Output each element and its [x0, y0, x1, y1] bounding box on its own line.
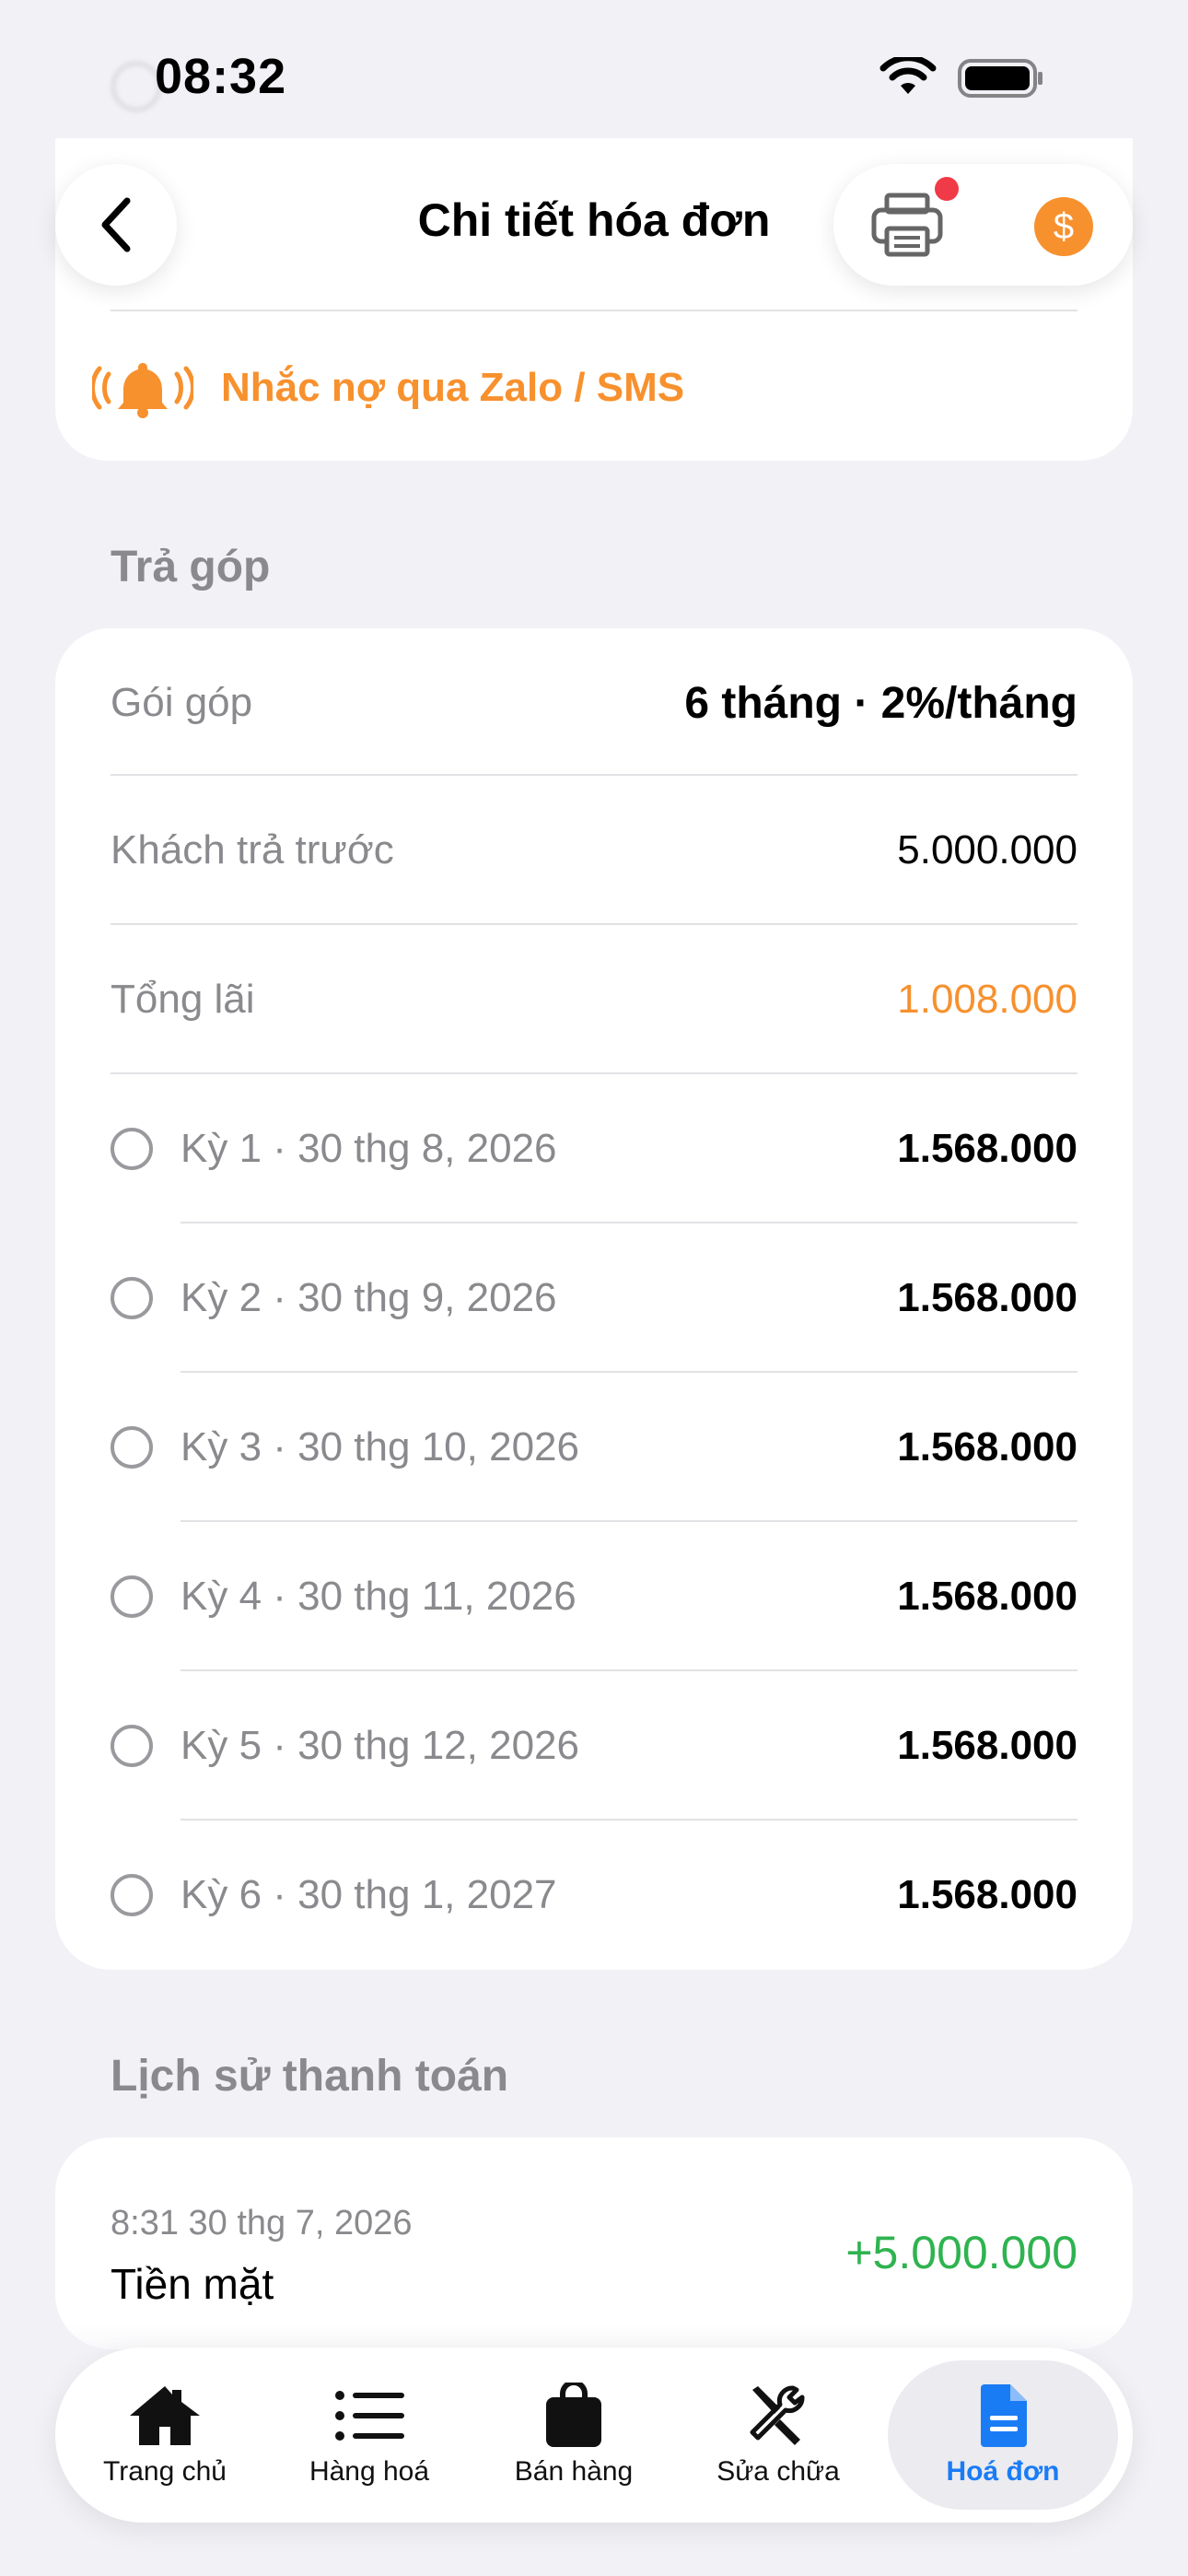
- tab-invoices[interactable]: Hoá đơn: [888, 2360, 1118, 2510]
- installment-period-row[interactable]: Kỳ 2 · 30 thg 9, 2026 1.568.000: [111, 1224, 1077, 1373]
- status-time: 08:32: [155, 49, 287, 104]
- bottom-tabbar: Trang chủ Hàng hoá Bán hàng Sửa chữa Hoá…: [55, 2348, 1133, 2523]
- plan-label: Gói góp: [111, 680, 253, 725]
- installment-period-row[interactable]: Kỳ 5 · 30 thg 12, 2026 1.568.000: [111, 1671, 1077, 1821]
- history-card: 8:31 30 thg 7, 2026 Tiền mặt +5.000.000: [55, 2137, 1133, 2349]
- tools-icon: [750, 2385, 805, 2445]
- invoice-icon: [981, 2384, 1027, 2447]
- radio-button[interactable]: [111, 1575, 153, 1618]
- tab-products[interactable]: Hàng hoá: [267, 2360, 472, 2510]
- tab-sales[interactable]: Bán hàng: [472, 2360, 676, 2510]
- radio-button[interactable]: [111, 1874, 153, 1916]
- bag-icon: [546, 2383, 601, 2447]
- debt-reminder-button[interactable]: Nhắc nợ qua Zalo / SMS: [92, 356, 684, 420]
- history-section-title: Lịch sử thanh toán: [111, 2052, 509, 2101]
- history-amount: +5.000.000: [845, 2227, 1077, 2278]
- interest-row: Tổng lãi 1.008.000: [111, 925, 1077, 1074]
- radio-button[interactable]: [111, 1277, 153, 1319]
- installment-period-row[interactable]: Kỳ 6 · 30 thg 1, 2027 1.568.000: [111, 1821, 1077, 1970]
- home-icon: [130, 2386, 200, 2445]
- reminder-label: Nhắc nợ qua Zalo / SMS: [221, 365, 685, 410]
- prepaid-value: 5.000.000: [897, 827, 1077, 872]
- prepaid-label: Khách trả trước: [111, 827, 394, 872]
- list-icon: [335, 2391, 404, 2441]
- tab-repair[interactable]: Sửa chữa: [676, 2360, 880, 2510]
- installment-period-row[interactable]: Kỳ 3 · 30 thg 10, 2026 1.568.000: [111, 1373, 1077, 1522]
- notification-dot: [935, 177, 959, 201]
- radio-button[interactable]: [111, 1725, 153, 1767]
- wifi-icon: [879, 57, 937, 94]
- header-actions: $: [833, 164, 1133, 286]
- divider: [111, 310, 1077, 311]
- interest-label: Tổng lãi: [111, 977, 255, 1022]
- installment-card: Gói góp 6 tháng · 2%/tháng Khách trả trư…: [55, 628, 1133, 1970]
- battery-icon: [958, 59, 1042, 98]
- interest-value: 1.008.000: [897, 977, 1077, 1022]
- plan-row: Gói góp 6 tháng · 2%/tháng: [111, 628, 1077, 778]
- installment-period-row[interactable]: Kỳ 1 · 30 thg 8, 2026 1.568.000: [111, 1074, 1077, 1224]
- prepaid-row: Khách trả trước 5.000.000: [111, 776, 1077, 925]
- tab-home[interactable]: Trang chủ: [63, 2360, 267, 2510]
- bell-ringing-icon: [92, 363, 193, 418]
- radio-button[interactable]: [111, 1426, 153, 1469]
- plan-value: 6 tháng · 2%/tháng: [684, 678, 1077, 728]
- installment-period-row[interactable]: Kỳ 4 · 30 thg 11, 2026 1.568.000: [111, 1522, 1077, 1671]
- installment-section-title: Trả góp: [111, 543, 271, 591]
- history-method: Tiền mặt: [111, 2260, 274, 2308]
- radio-button[interactable]: [111, 1128, 153, 1170]
- payment-coin-icon[interactable]: $: [1034, 197, 1093, 256]
- printer-icon[interactable]: [870, 192, 944, 258]
- history-time: 8:31 30 thg 7, 2026: [111, 2204, 413, 2242]
